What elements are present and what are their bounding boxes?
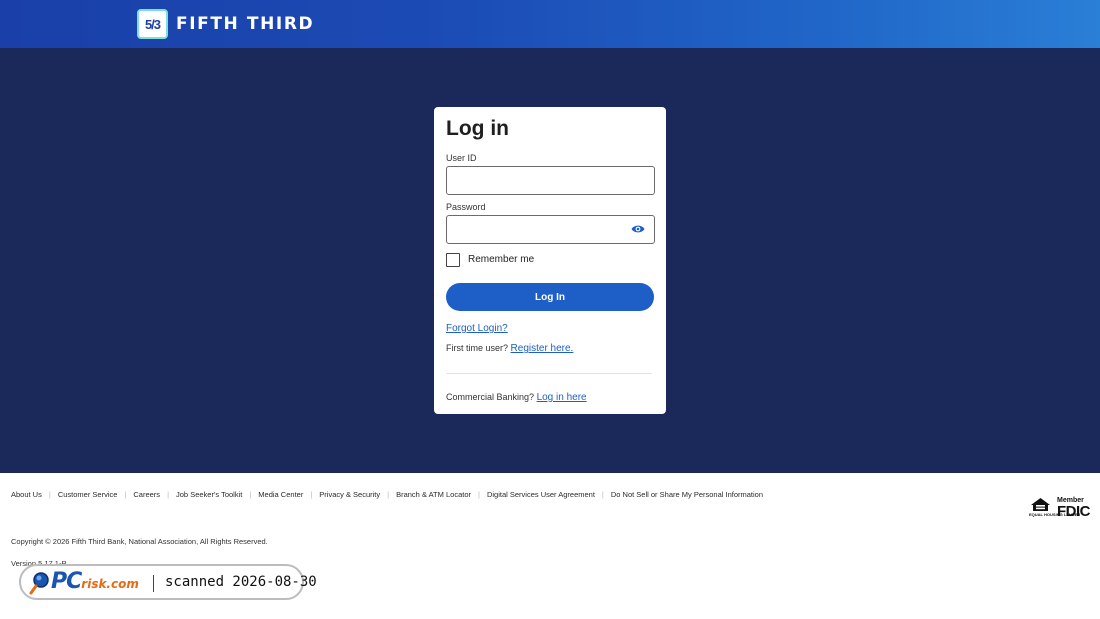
footer-separator: | <box>124 490 127 499</box>
login-card: Log in User ID Password Remember me Log … <box>434 107 666 414</box>
footer-link-digital-services-agreement[interactable]: Digital Services User Agreement <box>487 490 595 499</box>
magnifier-icon <box>29 572 49 595</box>
footer-link-about-us[interactable]: About Us <box>11 490 42 499</box>
user-id-input[interactable] <box>446 166 655 195</box>
login-button[interactable]: Log In <box>446 283 654 311</box>
footer-separator: | <box>387 490 390 499</box>
remember-me-label: Remember me <box>468 254 535 265</box>
eye-icon[interactable] <box>631 224 645 234</box>
pcrisk-brand-suffix: risk.com <box>81 577 139 591</box>
remember-me-checkbox[interactable] <box>446 253 460 267</box>
forgot-login-link[interactable]: Forgot Login? <box>446 323 508 334</box>
copyright-text: Copyright © 2026 Fifth Third Bank, Natio… <box>11 537 268 546</box>
footer-link-job-seekers-toolkit[interactable]: Job Seeker's Toolkit <box>176 490 242 499</box>
footer-separator: | <box>167 490 170 499</box>
scan-date-text: scanned 2026-08-30 <box>165 574 317 590</box>
card-divider <box>446 373 652 374</box>
footer-link-privacy-security[interactable]: Privacy & Security <box>319 490 380 499</box>
footer-link-careers[interactable]: Careers <box>133 490 160 499</box>
login-title: Log in <box>446 117 509 140</box>
pcrisk-brand: PCrisk.com <box>51 569 139 594</box>
first-time-user-row: First time user? Register here. <box>446 343 573 354</box>
brand-name: FIFTH THIRD <box>176 14 315 34</box>
top-header: 5/3 FIFTH THIRD <box>0 0 1100 48</box>
user-id-label: User ID <box>446 153 477 163</box>
password-label: Password <box>446 202 486 212</box>
badge-separator <box>153 575 154 592</box>
pcrisk-scan-badge: PCrisk.com scanned 2026-08-30 <box>19 564 317 600</box>
first-time-user-text: First time user? <box>446 343 509 353</box>
footer-link-media-center[interactable]: Media Center <box>258 490 303 499</box>
fifth-third-logo[interactable]: 5/3 FIFTH THIRD <box>137 9 314 39</box>
footer-link-branch-atm-locator[interactable]: Branch & ATM Locator <box>396 490 471 499</box>
fdic-logo: FDIC <box>1057 503 1091 520</box>
commercial-banking-text: Commercial Banking? <box>446 392 535 402</box>
footer-separator: | <box>48 490 51 499</box>
commercial-login-link[interactable]: Log in here <box>537 392 587 403</box>
footer-separator: | <box>310 490 313 499</box>
footer-link-do-not-sell[interactable]: Do Not Sell or Share My Personal Informa… <box>611 490 763 499</box>
register-link[interactable]: Register here. <box>511 343 574 354</box>
footer-separator: | <box>478 490 480 499</box>
password-input[interactable] <box>446 215 655 244</box>
logo-mark-icon: 5/3 <box>137 9 168 39</box>
footer-link-customer-service[interactable]: Customer Service <box>58 490 118 499</box>
footer-separator: | <box>601 490 604 499</box>
commercial-banking-row: Commercial Banking? Log in here <box>446 392 587 403</box>
pcrisk-brand-pc: PC <box>51 569 82 594</box>
logo-mark-text: 5/3 <box>144 16 161 32</box>
footer-separator: | <box>249 490 252 499</box>
footer-links: About Us | Customer Service | Careers | … <box>11 490 763 499</box>
